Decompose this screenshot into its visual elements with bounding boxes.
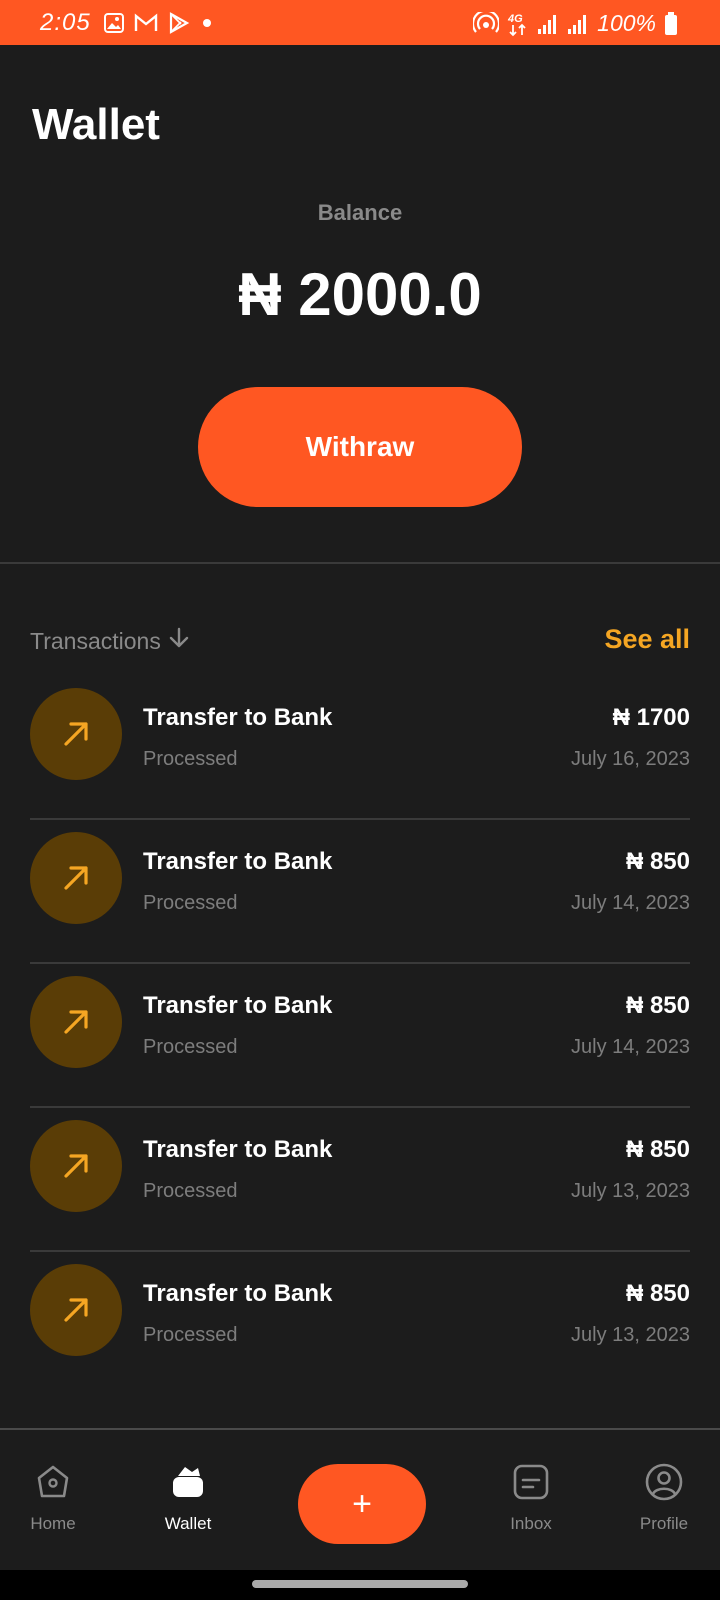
transaction-row[interactable]: Transfer to Bank Processed ₦ 1700 July 1… — [30, 676, 690, 820]
transaction-title: Transfer to Bank — [143, 704, 333, 731]
status-bar: 2:05 4G 100% — [0, 0, 720, 45]
signal-icon — [537, 13, 559, 35]
transaction-title: Transfer to Bank — [143, 848, 333, 875]
inbox-icon — [476, 1460, 586, 1504]
balance-label: Balance — [317, 200, 403, 225]
see-all-link[interactable]: See all — [604, 624, 690, 655]
transaction-title: Transfer to Bank — [143, 1136, 333, 1163]
transaction-row[interactable]: Transfer to Bank Processed ₦ 850 July 13… — [30, 1108, 690, 1252]
arrow-up-right-icon — [30, 688, 122, 780]
home-gesture-bar[interactable] — [252, 1580, 468, 1588]
nav-item-wallet[interactable]: Wallet — [133, 1460, 243, 1534]
data-icon: 4G — [507, 11, 529, 37]
image-icon — [104, 13, 124, 33]
nav-item-inbox[interactable]: Inbox — [476, 1460, 586, 1534]
battery-icon — [664, 11, 678, 36]
transaction-title: Transfer to Bank — [143, 992, 333, 1019]
nav-label-home: Home — [30, 1514, 76, 1533]
bottom-nav: Home Wallet + Inbox Profile — [0, 1428, 720, 1570]
transaction-date: July 16, 2023 — [571, 748, 690, 770]
home-icon — [0, 1460, 108, 1504]
transaction-row[interactable]: Transfer to Bank Processed ₦ 850 July 14… — [30, 964, 690, 1108]
nav-item-profile[interactable]: Profile — [609, 1460, 719, 1534]
transaction-amount: ₦ 850 — [625, 1280, 690, 1307]
withdraw-button[interactable]: Withraw — [198, 387, 522, 507]
transaction-status: Processed — [143, 892, 238, 914]
arrow-up-right-icon — [30, 1264, 122, 1356]
divider — [0, 562, 720, 564]
arrow-up-right-icon — [30, 832, 122, 924]
dot-icon — [200, 16, 214, 30]
play-store-icon — [168, 12, 190, 34]
transaction-row[interactable]: Transfer to Bank Processed ₦ 850 July 14… — [30, 820, 690, 964]
transactions-header: Transactions See all — [30, 624, 690, 658]
nav-label-wallet: Wallet — [164, 1514, 212, 1533]
transaction-date: July 13, 2023 — [571, 1324, 690, 1346]
transactions-list: Transfer to Bank Processed ₦ 1700 July 1… — [30, 676, 690, 1396]
nav-label-inbox: Inbox — [510, 1514, 552, 1533]
transaction-date: July 13, 2023 — [571, 1180, 690, 1202]
wallet-icon — [133, 1460, 243, 1504]
hotspot-icon — [473, 11, 500, 36]
transaction-amount: ₦ 850 — [625, 848, 690, 875]
arrow-up-right-icon — [30, 1120, 122, 1212]
transactions-sort[interactable]: Transactions — [30, 626, 191, 656]
transaction-amount: ₦ 850 — [625, 1136, 690, 1163]
profile-icon — [609, 1460, 719, 1504]
transaction-status: Processed — [143, 1036, 238, 1058]
arrow-up-right-icon — [30, 976, 122, 1068]
transactions-label: Transactions — [30, 627, 161, 654]
nav-label-profile: Profile — [639, 1514, 689, 1533]
transaction-status: Processed — [143, 748, 238, 770]
transaction-amount: ₦ 850 — [625, 992, 690, 1019]
svg-text:4G: 4G — [507, 13, 523, 25]
battery-percent: 100% — [597, 10, 656, 36]
transaction-title: Transfer to Bank — [143, 1280, 333, 1307]
gesture-area — [0, 1570, 720, 1600]
nav-item-home[interactable]: Home — [0, 1460, 108, 1534]
add-button[interactable]: + — [298, 1464, 426, 1544]
transaction-status: Processed — [143, 1180, 238, 1202]
status-time: 2:05 — [40, 9, 91, 36]
gmail-icon — [134, 13, 158, 33]
transaction-amount: ₦ 1700 — [612, 704, 690, 731]
signal-icon — [567, 13, 589, 35]
transaction-date: July 14, 2023 — [571, 1036, 690, 1058]
arrow-down-icon — [167, 626, 191, 656]
transaction-row[interactable]: Transfer to Bank Processed ₦ 850 July 13… — [30, 1252, 690, 1396]
balance-value: ₦ 2000.0 — [238, 261, 482, 328]
transaction-date: July 14, 2023 — [571, 892, 690, 914]
transaction-status: Processed — [143, 1324, 238, 1346]
page-title: Wallet — [32, 100, 160, 149]
